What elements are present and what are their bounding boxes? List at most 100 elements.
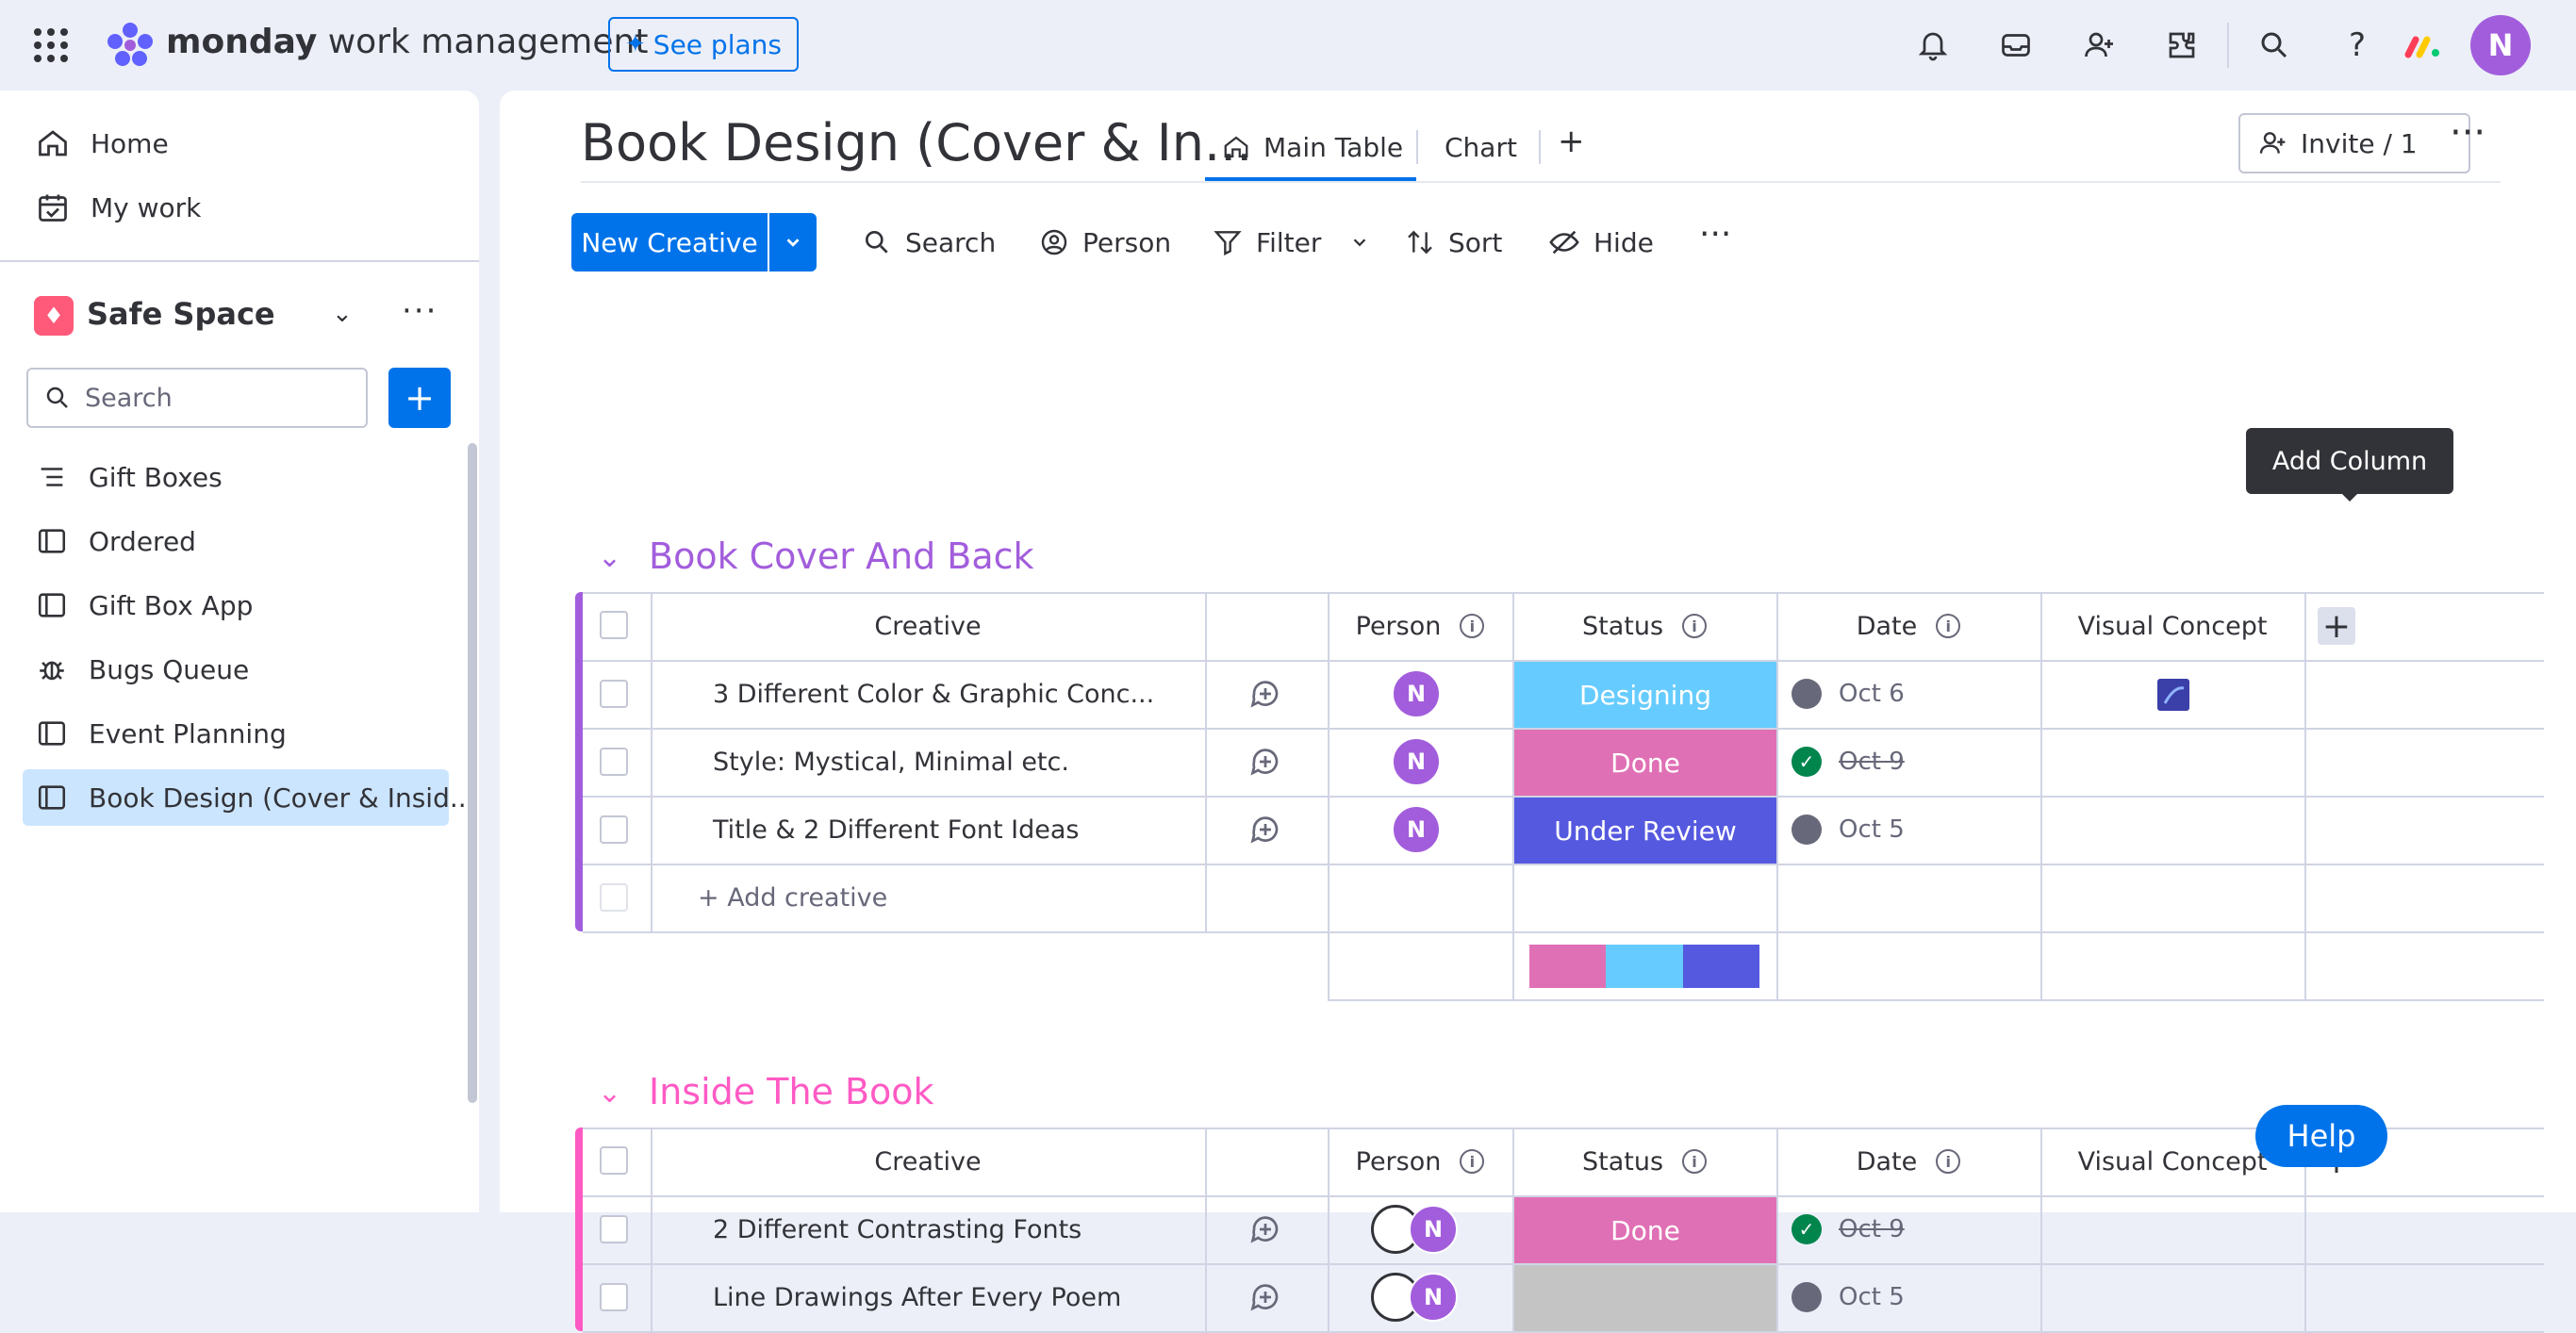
- status-label[interactable]: Under Review: [1514, 798, 1776, 864]
- date-value[interactable]: Oct 6: [1839, 660, 1905, 728]
- sort-button[interactable]: Sort: [1405, 213, 1502, 272]
- row-checkbox[interactable]: [600, 748, 628, 776]
- group-collapse-chevron-icon[interactable]: ⌄: [598, 1077, 621, 1110]
- sidebar-board-item[interactable]: Gift Box App: [23, 577, 449, 634]
- sidebar-board-item[interactable]: Gift Boxes: [23, 449, 449, 505]
- tab-main-table[interactable]: Main Table: [1222, 124, 1403, 170]
- invite-button[interactable]: Invite / 1: [2238, 113, 2470, 173]
- sidebar-board-item[interactable]: Bugs Queue: [23, 641, 449, 698]
- info-icon[interactable]: i: [1460, 614, 1485, 638]
- sidebar-search-input[interactable]: Search: [26, 368, 368, 428]
- item-name[interactable]: Line Drawings After Every Poem: [713, 1263, 1121, 1331]
- new-item-dropdown-button[interactable]: [769, 213, 817, 272]
- column-header-date[interactable]: Date i: [1776, 1127, 2040, 1195]
- new-item-button[interactable]: New Creative: [571, 213, 768, 272]
- person-avatar[interactable]: N: [1392, 805, 1441, 854]
- person-avatar[interactable]: N: [1409, 1273, 1458, 1322]
- add-update-icon[interactable]: [1248, 1280, 1282, 1314]
- sidebar-board-item[interactable]: Event Planning: [23, 705, 449, 762]
- sidebar-board-item[interactable]: Book Design (Cover & Insid...: [23, 769, 475, 826]
- add-item-button[interactable]: +: [388, 368, 451, 428]
- column-header-visual[interactable]: Visual Concept: [2040, 592, 2304, 660]
- item-name[interactable]: Style: Mystical, Minimal etc.: [713, 728, 1069, 796]
- status-summary-segment[interactable]: [1529, 945, 1607, 988]
- help-question-icon[interactable]: ?: [2331, 19, 2384, 72]
- apps-puzzle-icon[interactable]: [2155, 19, 2208, 72]
- workspace-name[interactable]: Safe Space: [87, 296, 275, 332]
- info-icon[interactable]: i: [1682, 614, 1708, 638]
- add-column-plus-icon[interactable]: +: [2318, 607, 2355, 646]
- apps-grid-icon[interactable]: [32, 26, 70, 64]
- toolbar-more-icon[interactable]: ···: [1699, 215, 1731, 254]
- info-icon[interactable]: i: [1936, 1149, 1961, 1174]
- row-checkbox[interactable]: [600, 680, 628, 708]
- more-options-icon[interactable]: ···: [402, 292, 438, 330]
- person-filter-button[interactable]: Person: [1039, 213, 1171, 272]
- column-header-creative[interactable]: Creative: [651, 1127, 1205, 1195]
- add-update-icon[interactable]: [1248, 1212, 1282, 1246]
- item-name[interactable]: Title & 2 Different Font Ideas: [713, 796, 1079, 864]
- board-icon: [36, 589, 68, 621]
- status-label[interactable]: [1514, 1265, 1776, 1331]
- column-header-person[interactable]: Person i: [1328, 592, 1512, 660]
- date-value[interactable]: Oct 9: [1839, 728, 1905, 796]
- person-avatar[interactable]: N: [1392, 669, 1441, 718]
- search-icon[interactable]: [2248, 19, 2301, 72]
- add-item-input[interactable]: + Add creative: [698, 864, 887, 931]
- chevron-down-icon[interactable]: [1349, 232, 1370, 253]
- board-more-icon[interactable]: ···: [2450, 111, 2485, 155]
- status-summary-segment[interactable]: [1606, 945, 1683, 988]
- file-thumbnail-image[interactable]: [2157, 679, 2189, 711]
- status-label[interactable]: Designing: [1514, 662, 1776, 728]
- item-name[interactable]: 3 Different Color & Graphic Conc...: [713, 660, 1154, 728]
- hide-button[interactable]: Hide: [1548, 213, 1654, 272]
- group-title[interactable]: Inside The Book: [649, 1071, 934, 1112]
- row-checkbox[interactable]: [600, 1215, 628, 1243]
- column-header-person[interactable]: Person i: [1328, 1127, 1512, 1195]
- info-icon[interactable]: i: [1682, 1149, 1708, 1174]
- filter-button[interactable]: Filter: [1213, 213, 1370, 272]
- notifications-bell-icon[interactable]: [1907, 19, 1959, 72]
- group-title[interactable]: Book Cover And Back: [649, 535, 1034, 577]
- monday-products-icon[interactable]: [2404, 28, 2442, 62]
- sidebar-home[interactable]: Home: [23, 115, 449, 172]
- select-all-checkbox[interactable]: [600, 1146, 628, 1175]
- row-checkbox[interactable]: [600, 1283, 628, 1311]
- status-summary-segment[interactable]: [1682, 945, 1759, 988]
- invite-members-icon[interactable]: [2072, 19, 2125, 72]
- divider: [2227, 23, 2229, 68]
- add-view-icon[interactable]: +: [1558, 123, 1585, 160]
- column-header-creative[interactable]: Creative: [651, 592, 1205, 660]
- home-icon: [39, 130, 67, 156]
- date-value[interactable]: Oct 5: [1839, 1263, 1905, 1331]
- status-label[interactable]: Done: [1514, 730, 1776, 796]
- person-avatar[interactable]: N: [1392, 737, 1441, 786]
- add-update-icon[interactable]: [1248, 745, 1282, 779]
- add-update-icon[interactable]: [1248, 813, 1282, 847]
- column-header-status[interactable]: Status i: [1512, 592, 1776, 660]
- tab-chart[interactable]: Chart: [1445, 124, 1517, 170]
- chevron-down-icon[interactable]: ⌄: [332, 300, 353, 328]
- group-collapse-chevron-icon[interactable]: ⌄: [598, 541, 621, 574]
- date-value[interactable]: Oct 5: [1839, 796, 1905, 864]
- info-icon[interactable]: i: [1936, 614, 1961, 638]
- column-header-date[interactable]: Date i: [1776, 592, 2040, 660]
- select-all-checkbox[interactable]: [600, 611, 628, 639]
- see-plans-button[interactable]: ✦ See plans: [608, 17, 799, 72]
- sidebar-board-item[interactable]: Ordered: [23, 513, 449, 569]
- info-icon[interactable]: i: [1460, 1149, 1485, 1174]
- add-update-icon[interactable]: [1248, 677, 1282, 711]
- row-checkbox[interactable]: [600, 815, 628, 844]
- sidebar-my-work[interactable]: My work: [23, 179, 449, 236]
- board-title[interactable]: Book Design (Cover & In...: [581, 113, 1252, 173]
- status-label[interactable]: Done: [1514, 1197, 1776, 1263]
- help-button[interactable]: Help: [2255, 1105, 2387, 1167]
- column-header-status[interactable]: Status i: [1512, 1127, 1776, 1195]
- user-avatar[interactable]: N: [2470, 15, 2531, 75]
- brand-name[interactable]: monday work management: [166, 23, 648, 61]
- search-button[interactable]: Search: [862, 213, 996, 272]
- inbox-icon[interactable]: [1990, 19, 2042, 72]
- date-value[interactable]: Oct 9: [1839, 1195, 1905, 1263]
- item-name[interactable]: 2 Different Contrasting Fonts: [713, 1195, 1082, 1263]
- sidebar-scrollbar[interactable]: [468, 443, 477, 1103]
